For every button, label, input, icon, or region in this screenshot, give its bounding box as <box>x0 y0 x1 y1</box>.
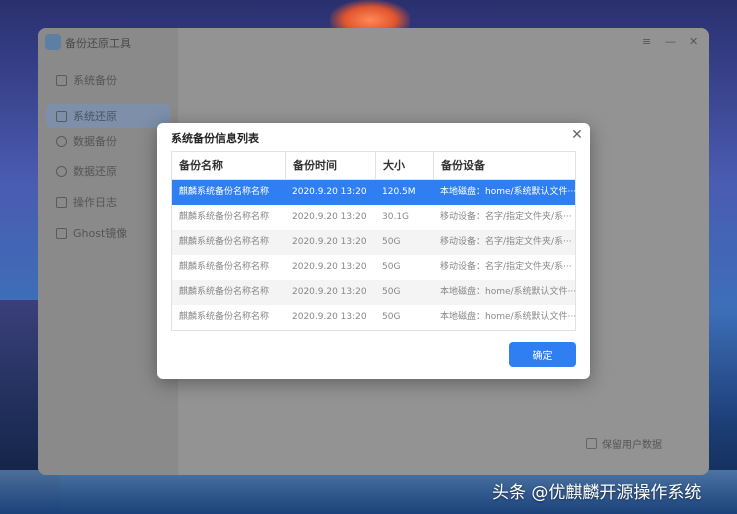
cell-time: 2020.9.20 13:20 <box>292 262 367 272</box>
grid-icon <box>56 196 67 208</box>
cell-device: 本地磁盘：home/系统默认文件··· <box>440 187 576 197</box>
sidebar-item-label: 系统还原 <box>73 110 117 123</box>
keep-user-data-label: 保留用户数据 <box>602 440 662 451</box>
cell-size: 50G <box>382 312 401 322</box>
sidebar-item-label: Ghost镜像 <box>73 227 128 240</box>
table-row[interactable]: 麒麟系统备份名称名称 2020.9.20 13:20 50G 移动设备：名字/指… <box>172 255 575 280</box>
keep-user-data-option[interactable]: 保留用户数据 <box>586 436 662 451</box>
cell-device: 移动设备：名字/指定文件夹/系··· <box>440 212 572 222</box>
table-row[interactable]: 麒麟系统备份名称名称 2020.9.20 13:20 50G 移动设备：名字/指… <box>172 230 575 255</box>
restore-icon <box>56 110 67 122</box>
sidebar-item-system-backup[interactable]: 系统备份 <box>46 68 170 92</box>
cell-name: 麒麟系统备份名称名称 <box>179 287 270 297</box>
keep-user-data-checkbox[interactable] <box>586 438 597 449</box>
cell-device: 移动设备：名字/指定文件夹/系··· <box>440 262 572 272</box>
menu-icon[interactable]: ≡ <box>642 36 651 48</box>
app-logo-icon <box>45 34 61 50</box>
cell-name: 麒麟系统备份名称名称 <box>179 312 270 322</box>
cell-name: 麒麟系统备份名称名称 <box>179 187 270 197</box>
cell-name: 麒麟系统备份名称名称 <box>179 237 270 247</box>
cell-size: 50G <box>382 262 401 272</box>
watermark-text: 头条 @优麒麟开源操作系统 <box>492 483 702 503</box>
cell-time: 2020.9.20 13:20 <box>292 212 367 222</box>
cell-time: 2020.9.20 13:20 <box>292 187 367 197</box>
cell-time: 2020.9.20 13:20 <box>292 312 367 322</box>
dialog-title: 系统备份信息列表 <box>171 132 259 145</box>
sidebar-item-label: 系统备份 <box>73 74 117 87</box>
table-body: 麒麟系统备份名称名称 2020.9.20 13:20 120.5M 本地磁盘：h… <box>172 180 576 330</box>
column-header-size[interactable]: 大小 <box>375 152 433 180</box>
backup-table: 备份名称 备份时间 大小 备份设备 麒麟系统备份名称名称 2020.9.20 1… <box>171 151 576 331</box>
sidebar-item-data-backup[interactable]: 数据备份 <box>46 129 170 153</box>
cell-device: 本地磁盘：home/系统默认文件··· <box>440 287 576 297</box>
sidebar-item-data-restore[interactable]: 数据还原 <box>46 159 170 183</box>
cell-name: 麒麟系统备份名称名称 <box>179 212 270 222</box>
sidebar-item-operation-log[interactable]: 操作日志 <box>46 190 170 214</box>
cell-time: 2020.9.20 13:20 <box>292 237 367 247</box>
sidebar-item-label: 数据备份 <box>73 135 117 148</box>
cell-size: 50G <box>382 237 401 247</box>
cell-time: 2020.9.20 13:20 <box>292 287 367 297</box>
table-row[interactable]: 麒麟系统备份名称名称 2020.9.20 13:20 50G 本地磁盘：home… <box>172 280 576 305</box>
column-header-device[interactable]: 备份设备 <box>433 152 576 180</box>
pie-icon <box>56 135 67 147</box>
cell-device: 本地磁盘：home/系统默认文件··· <box>440 312 576 322</box>
refresh-icon <box>56 165 67 177</box>
ghost-icon <box>56 227 67 239</box>
backup-list-dialog: 系统备份信息列表 ✕ 备份名称 备份时间 大小 备份设备 麒麟系统备份名称名称 … <box>157 123 590 379</box>
column-header-time[interactable]: 备份时间 <box>285 152 375 180</box>
dialog-close-icon[interactable]: ✕ <box>569 127 585 143</box>
app-title: 备份还原工具 <box>65 37 131 50</box>
cell-name: 麒麟系统备份名称名称 <box>179 262 270 272</box>
ok-button[interactable]: 确定 <box>509 342 576 367</box>
table-header: 备份名称 备份时间 大小 备份设备 <box>172 152 575 180</box>
save-icon <box>56 74 67 86</box>
close-icon[interactable]: ✕ <box>689 36 698 48</box>
column-header-name[interactable]: 备份名称 <box>172 152 285 180</box>
cell-device: 移动设备：名字/指定文件夹/系··· <box>440 237 572 247</box>
sidebar-item-ghost-image[interactable]: Ghost镜像 <box>46 221 170 245</box>
table-row[interactable]: 麒麟系统备份名称名称 2020.9.20 13:20 120.5M 本地磁盘：h… <box>172 180 576 205</box>
cell-size: 50G <box>382 287 401 297</box>
table-row[interactable]: 麒麟系统备份名称名称 2020.9.20 13:20 30.1G 移动设备：名字… <box>172 205 575 230</box>
cell-size: 30.1G <box>382 212 410 222</box>
minimize-icon[interactable]: — <box>665 36 676 48</box>
sidebar-item-system-restore[interactable]: 系统还原 <box>46 104 170 128</box>
sidebar-item-label: 数据还原 <box>73 165 117 178</box>
sidebar-item-label: 操作日志 <box>73 196 117 209</box>
table-row[interactable]: 麒麟系统备份名称名称 2020.9.20 13:20 50G 本地磁盘：home… <box>172 305 576 330</box>
titlebar: 备份还原工具 ≡ — ✕ <box>38 28 709 56</box>
cell-size: 120.5M <box>382 187 416 197</box>
